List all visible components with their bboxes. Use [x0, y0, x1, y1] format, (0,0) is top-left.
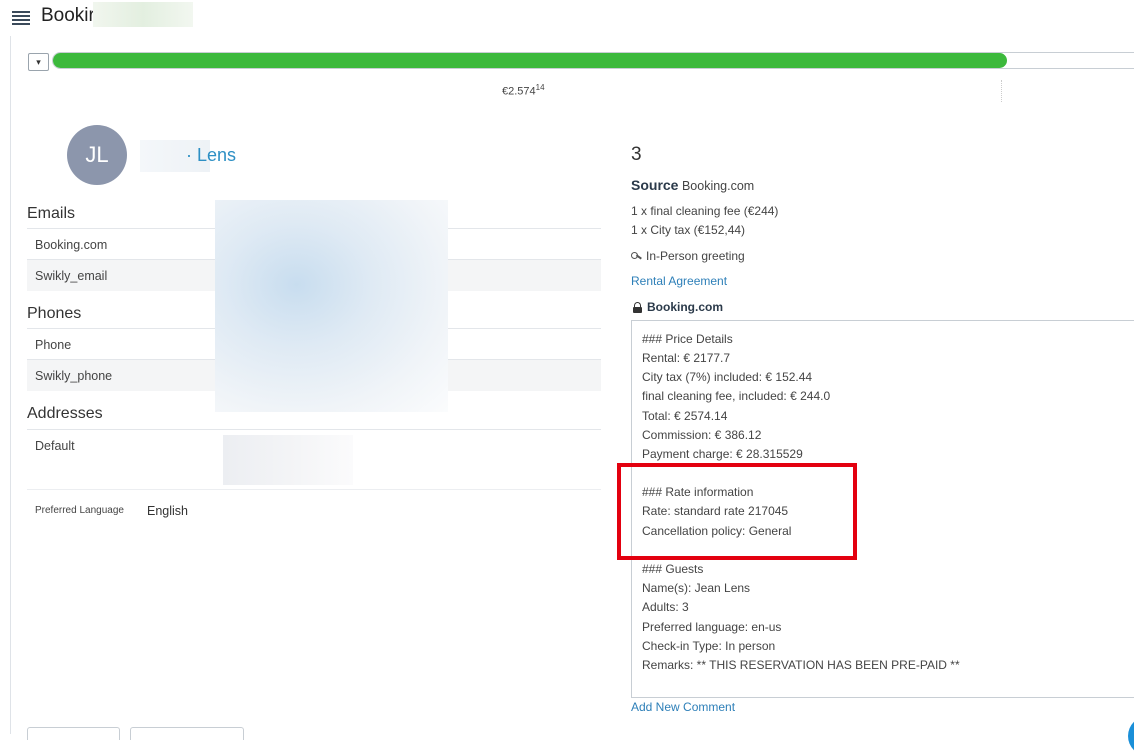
add-comment-link[interactable]: Add New Comment — [631, 700, 735, 714]
addresses-title: Addresses — [27, 405, 103, 422]
rental-agreement-link[interactable]: Rental Agreement — [631, 274, 727, 288]
source-label: Source — [631, 177, 679, 193]
note-line: Remarks: ** THIS RESERVATION HAS BEEN PR… — [642, 658, 960, 672]
avatar: JL — [67, 125, 127, 185]
greeting-label: In-Person greeting — [646, 249, 745, 263]
phones-title: Phones — [27, 305, 82, 322]
note-line: Payment charge: € 28.315529 — [642, 447, 803, 461]
lock-icon — [633, 302, 642, 313]
note-line: Preferred language: en-us — [642, 620, 782, 634]
email-row-label: Swikly_email — [35, 269, 108, 283]
channel-label: Booking.com — [647, 300, 724, 314]
note-line: final cleaning fee, included: € 244.0 — [642, 389, 831, 403]
page-header: Bookir — [0, 0, 1134, 36]
chat-bubble-icon[interactable] — [1128, 716, 1134, 756]
source-row: Source Booking.com — [631, 177, 754, 193]
progress-marker — [1001, 80, 1002, 102]
note-line: ### Price Details — [642, 332, 733, 346]
fee-item: 1 x City tax (€152,44) — [631, 223, 746, 237]
source-value: Booking.com — [681, 179, 755, 193]
redacted-contact-values — [215, 200, 448, 412]
rate-info-highlight — [617, 463, 857, 560]
note-line: Rental: € 2177.7 — [642, 351, 731, 365]
guest-name[interactable]: · Lens — [186, 145, 236, 166]
payment-progress-bar — [52, 52, 1134, 69]
channel-row: Booking.com — [633, 300, 723, 314]
paid-amount-main: €2.574 — [502, 85, 536, 98]
preferred-language-label: Preferred Language — [35, 505, 124, 516]
guest-count: 3 — [631, 144, 642, 165]
note-line: Check-in Type: In person — [642, 639, 776, 653]
greeting-row: In-Person greeting — [631, 249, 745, 263]
fee-item: 1 x final cleaning fee (€244) — [631, 204, 779, 218]
phone-row-label: Phone — [35, 338, 72, 352]
key-icon — [631, 251, 642, 261]
left-rail — [10, 36, 11, 734]
payment-progress-fill — [53, 53, 1007, 68]
note-line: Commission: € 386.12 — [642, 428, 762, 442]
collapse-toggle-button[interactable]: ▾ — [28, 53, 49, 71]
email-row-label: Booking.com — [35, 238, 108, 252]
paid-amount-cents: 14 — [535, 83, 545, 92]
note-line: ### Guests — [642, 562, 704, 576]
address-row-label: Default — [35, 439, 75, 453]
note-line: Adults: 3 — [642, 600, 689, 614]
preferred-language-value: English — [147, 504, 188, 518]
phone-row-label: Swikly_phone — [35, 369, 113, 383]
page-title: Bookir — [41, 5, 95, 26]
emails-title: Emails — [27, 205, 76, 222]
redacted-address-value — [223, 435, 353, 485]
note-line: Name(s): Jean Lens — [642, 581, 751, 595]
paid-amount: €2.57414 — [502, 83, 545, 98]
list-icon[interactable] — [12, 11, 30, 25]
note-line: City tax (7%) included: € 152.44 — [642, 370, 813, 384]
note-line: Total: € 2574.14 — [642, 409, 728, 423]
redacted-title-area — [93, 2, 193, 27]
